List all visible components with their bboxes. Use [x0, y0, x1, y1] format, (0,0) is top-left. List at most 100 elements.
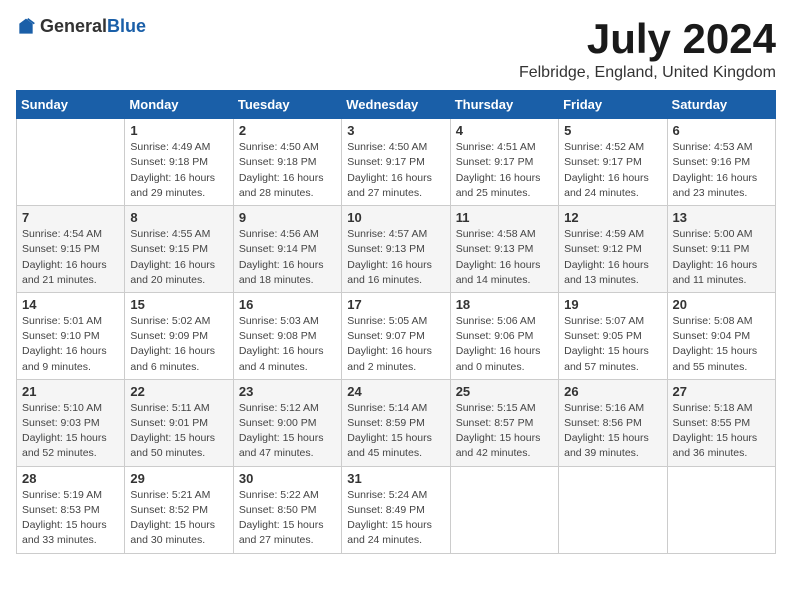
- day-info: Sunrise: 5:14 AMSunset: 8:59 PMDaylight:…: [347, 401, 444, 462]
- weekday-header-thursday: Thursday: [450, 91, 558, 119]
- calendar-cell: 16 Sunrise: 5:03 AMSunset: 9:08 PMDayligh…: [233, 292, 341, 379]
- calendar-cell: 24 Sunrise: 5:14 AMSunset: 8:59 PMDayligh…: [342, 379, 450, 466]
- day-number: 6: [673, 123, 770, 138]
- calendar-cell: 15Sunrise: 5:02 AMSunset: 9:09 PMDayligh…: [125, 292, 233, 379]
- month-title: July 2024: [519, 16, 776, 62]
- day-number: 23: [239, 384, 336, 399]
- day-number: 30: [239, 471, 336, 486]
- logo-icon: [16, 17, 36, 37]
- calendar-cell: [450, 466, 558, 553]
- calendar-cell: 25 Sunrise: 5:15 AMSunset: 8:57 PMDayligh…: [450, 379, 558, 466]
- calendar-cell: 26Sunrise: 5:16 AMSunset: 8:56 PMDayligh…: [559, 379, 667, 466]
- day-info: Sunrise: 5:18 AMSunset: 8:55 PMDaylight:…: [673, 401, 770, 462]
- day-info: Sunrise: 4:50 AMSunset: 9:18 PMDaylight:…: [239, 140, 336, 201]
- calendar-cell: 1 Sunrise: 4:49 AMSunset: 9:18 PMDaylight…: [125, 119, 233, 206]
- day-info: Sunrise: 5:11 AMSunset: 9:01 PMDaylight:…: [130, 401, 227, 462]
- weekday-header-wednesday: Wednesday: [342, 91, 450, 119]
- day-info: Sunrise: 4:52 AMSunset: 9:17 PMDaylight:…: [564, 140, 661, 201]
- day-info: Sunrise: 5:01 AMSunset: 9:10 PMDaylight:…: [22, 314, 119, 375]
- calendar-cell: 27Sunrise: 5:18 AMSunset: 8:55 PMDayligh…: [667, 379, 775, 466]
- day-number: 13: [673, 210, 770, 225]
- day-info: Sunrise: 5:22 AMSunset: 8:50 PMDaylight:…: [239, 488, 336, 549]
- title-area: July 2024 Felbridge, England, United Kin…: [519, 16, 776, 82]
- weekday-header-saturday: Saturday: [667, 91, 775, 119]
- calendar-cell: 10 Sunrise: 4:57 AMSunset: 9:13 PMDayligh…: [342, 206, 450, 293]
- day-number: 28: [22, 471, 119, 486]
- day-info: Sunrise: 5:07 AMSunset: 9:05 PMDaylight:…: [564, 314, 661, 375]
- header: GeneralBlue July 2024 Felbridge, England…: [16, 16, 776, 82]
- calendar-week-row: 21 Sunrise: 5:10 AMSunset: 9:03 PMDayligh…: [17, 379, 776, 466]
- calendar-cell: 29Sunrise: 5:21 AMSunset: 8:52 PMDayligh…: [125, 466, 233, 553]
- calendar-cell: 9 Sunrise: 4:56 AMSunset: 9:14 PMDaylight…: [233, 206, 341, 293]
- day-info: Sunrise: 4:58 AMSunset: 9:13 PMDaylight:…: [456, 227, 553, 288]
- day-info: Sunrise: 5:03 AMSunset: 9:08 PMDaylight:…: [239, 314, 336, 375]
- day-number: 8: [130, 210, 227, 225]
- calendar-cell: 8Sunrise: 4:55 AMSunset: 9:15 PMDaylight…: [125, 206, 233, 293]
- day-info: Sunrise: 5:16 AMSunset: 8:56 PMDaylight:…: [564, 401, 661, 462]
- day-number: 9: [239, 210, 336, 225]
- calendar-cell: 6 Sunrise: 4:53 AMSunset: 9:16 PMDaylight…: [667, 119, 775, 206]
- calendar-cell: 31Sunrise: 5:24 AMSunset: 8:49 PMDayligh…: [342, 466, 450, 553]
- day-info: Sunrise: 4:50 AMSunset: 9:17 PMDaylight:…: [347, 140, 444, 201]
- calendar-cell: 21 Sunrise: 5:10 AMSunset: 9:03 PMDayligh…: [17, 379, 125, 466]
- weekday-header-sunday: Sunday: [17, 91, 125, 119]
- logo-general: General: [40, 16, 107, 36]
- day-info: Sunrise: 4:49 AMSunset: 9:18 PMDaylight:…: [130, 140, 227, 201]
- day-number: 5: [564, 123, 661, 138]
- day-number: 19: [564, 297, 661, 312]
- calendar-cell: 12Sunrise: 4:59 AMSunset: 9:12 PMDayligh…: [559, 206, 667, 293]
- calendar-cell: 7 Sunrise: 4:54 AMSunset: 9:15 PMDaylight…: [17, 206, 125, 293]
- day-number: 2: [239, 123, 336, 138]
- day-number: 18: [456, 297, 553, 312]
- calendar-cell: 5 Sunrise: 4:52 AMSunset: 9:17 PMDaylight…: [559, 119, 667, 206]
- day-number: 15: [130, 297, 227, 312]
- calendar-cell: 4 Sunrise: 4:51 AMSunset: 9:17 PMDaylight…: [450, 119, 558, 206]
- calendar-cell: 14Sunrise: 5:01 AMSunset: 9:10 PMDayligh…: [17, 292, 125, 379]
- day-number: 24: [347, 384, 444, 399]
- day-info: Sunrise: 4:59 AMSunset: 9:12 PMDaylight:…: [564, 227, 661, 288]
- day-number: 20: [673, 297, 770, 312]
- day-info: Sunrise: 4:57 AMSunset: 9:13 PMDaylight:…: [347, 227, 444, 288]
- day-info: Sunrise: 5:06 AMSunset: 9:06 PMDaylight:…: [456, 314, 553, 375]
- day-number: 22: [130, 384, 227, 399]
- day-info: Sunrise: 5:12 AMSunset: 9:00 PMDaylight:…: [239, 401, 336, 462]
- day-info: Sunrise: 5:15 AMSunset: 8:57 PMDaylight:…: [456, 401, 553, 462]
- calendar-cell: 13 Sunrise: 5:00 AMSunset: 9:11 PMDayligh…: [667, 206, 775, 293]
- day-info: Sunrise: 5:19 AMSunset: 8:53 PMDaylight:…: [22, 488, 119, 549]
- day-number: 11: [456, 210, 553, 225]
- day-number: 31: [347, 471, 444, 486]
- day-number: 25: [456, 384, 553, 399]
- day-number: 17: [347, 297, 444, 312]
- calendar-cell: 17 Sunrise: 5:05 AMSunset: 9:07 PMDayligh…: [342, 292, 450, 379]
- day-number: 4: [456, 123, 553, 138]
- calendar-cell: 30 Sunrise: 5:22 AMSunset: 8:50 PMDayligh…: [233, 466, 341, 553]
- calendar-cell: 18 Sunrise: 5:06 AMSunset: 9:06 PMDayligh…: [450, 292, 558, 379]
- day-number: 3: [347, 123, 444, 138]
- day-info: Sunrise: 5:10 AMSunset: 9:03 PMDaylight:…: [22, 401, 119, 462]
- day-info: Sunrise: 4:51 AMSunset: 9:17 PMDaylight:…: [456, 140, 553, 201]
- logo-blue: Blue: [107, 16, 146, 36]
- logo-text: GeneralBlue: [40, 16, 146, 37]
- day-info: Sunrise: 5:05 AMSunset: 9:07 PMDaylight:…: [347, 314, 444, 375]
- day-number: 16: [239, 297, 336, 312]
- calendar-cell: [17, 119, 125, 206]
- day-number: 7: [22, 210, 119, 225]
- day-number: 1: [130, 123, 227, 138]
- day-info: Sunrise: 5:08 AMSunset: 9:04 PMDaylight:…: [673, 314, 770, 375]
- weekday-header-tuesday: Tuesday: [233, 91, 341, 119]
- day-info: Sunrise: 4:54 AMSunset: 9:15 PMDaylight:…: [22, 227, 119, 288]
- calendar-cell: [667, 466, 775, 553]
- day-info: Sunrise: 5:00 AMSunset: 9:11 PMDaylight:…: [673, 227, 770, 288]
- weekday-header-monday: Monday: [125, 91, 233, 119]
- calendar-week-row: 14Sunrise: 5:01 AMSunset: 9:10 PMDayligh…: [17, 292, 776, 379]
- day-info: Sunrise: 4:56 AMSunset: 9:14 PMDaylight:…: [239, 227, 336, 288]
- day-number: 10: [347, 210, 444, 225]
- weekday-header-friday: Friday: [559, 91, 667, 119]
- day-number: 21: [22, 384, 119, 399]
- calendar-cell: 20 Sunrise: 5:08 AMSunset: 9:04 PMDayligh…: [667, 292, 775, 379]
- calendar-cell: 28 Sunrise: 5:19 AMSunset: 8:53 PMDayligh…: [17, 466, 125, 553]
- day-number: 29: [130, 471, 227, 486]
- day-info: Sunrise: 4:53 AMSunset: 9:16 PMDaylight:…: [673, 140, 770, 201]
- calendar-table: SundayMondayTuesdayWednesdayThursdayFrid…: [16, 90, 776, 553]
- calendar-cell: 23 Sunrise: 5:12 AMSunset: 9:00 PMDayligh…: [233, 379, 341, 466]
